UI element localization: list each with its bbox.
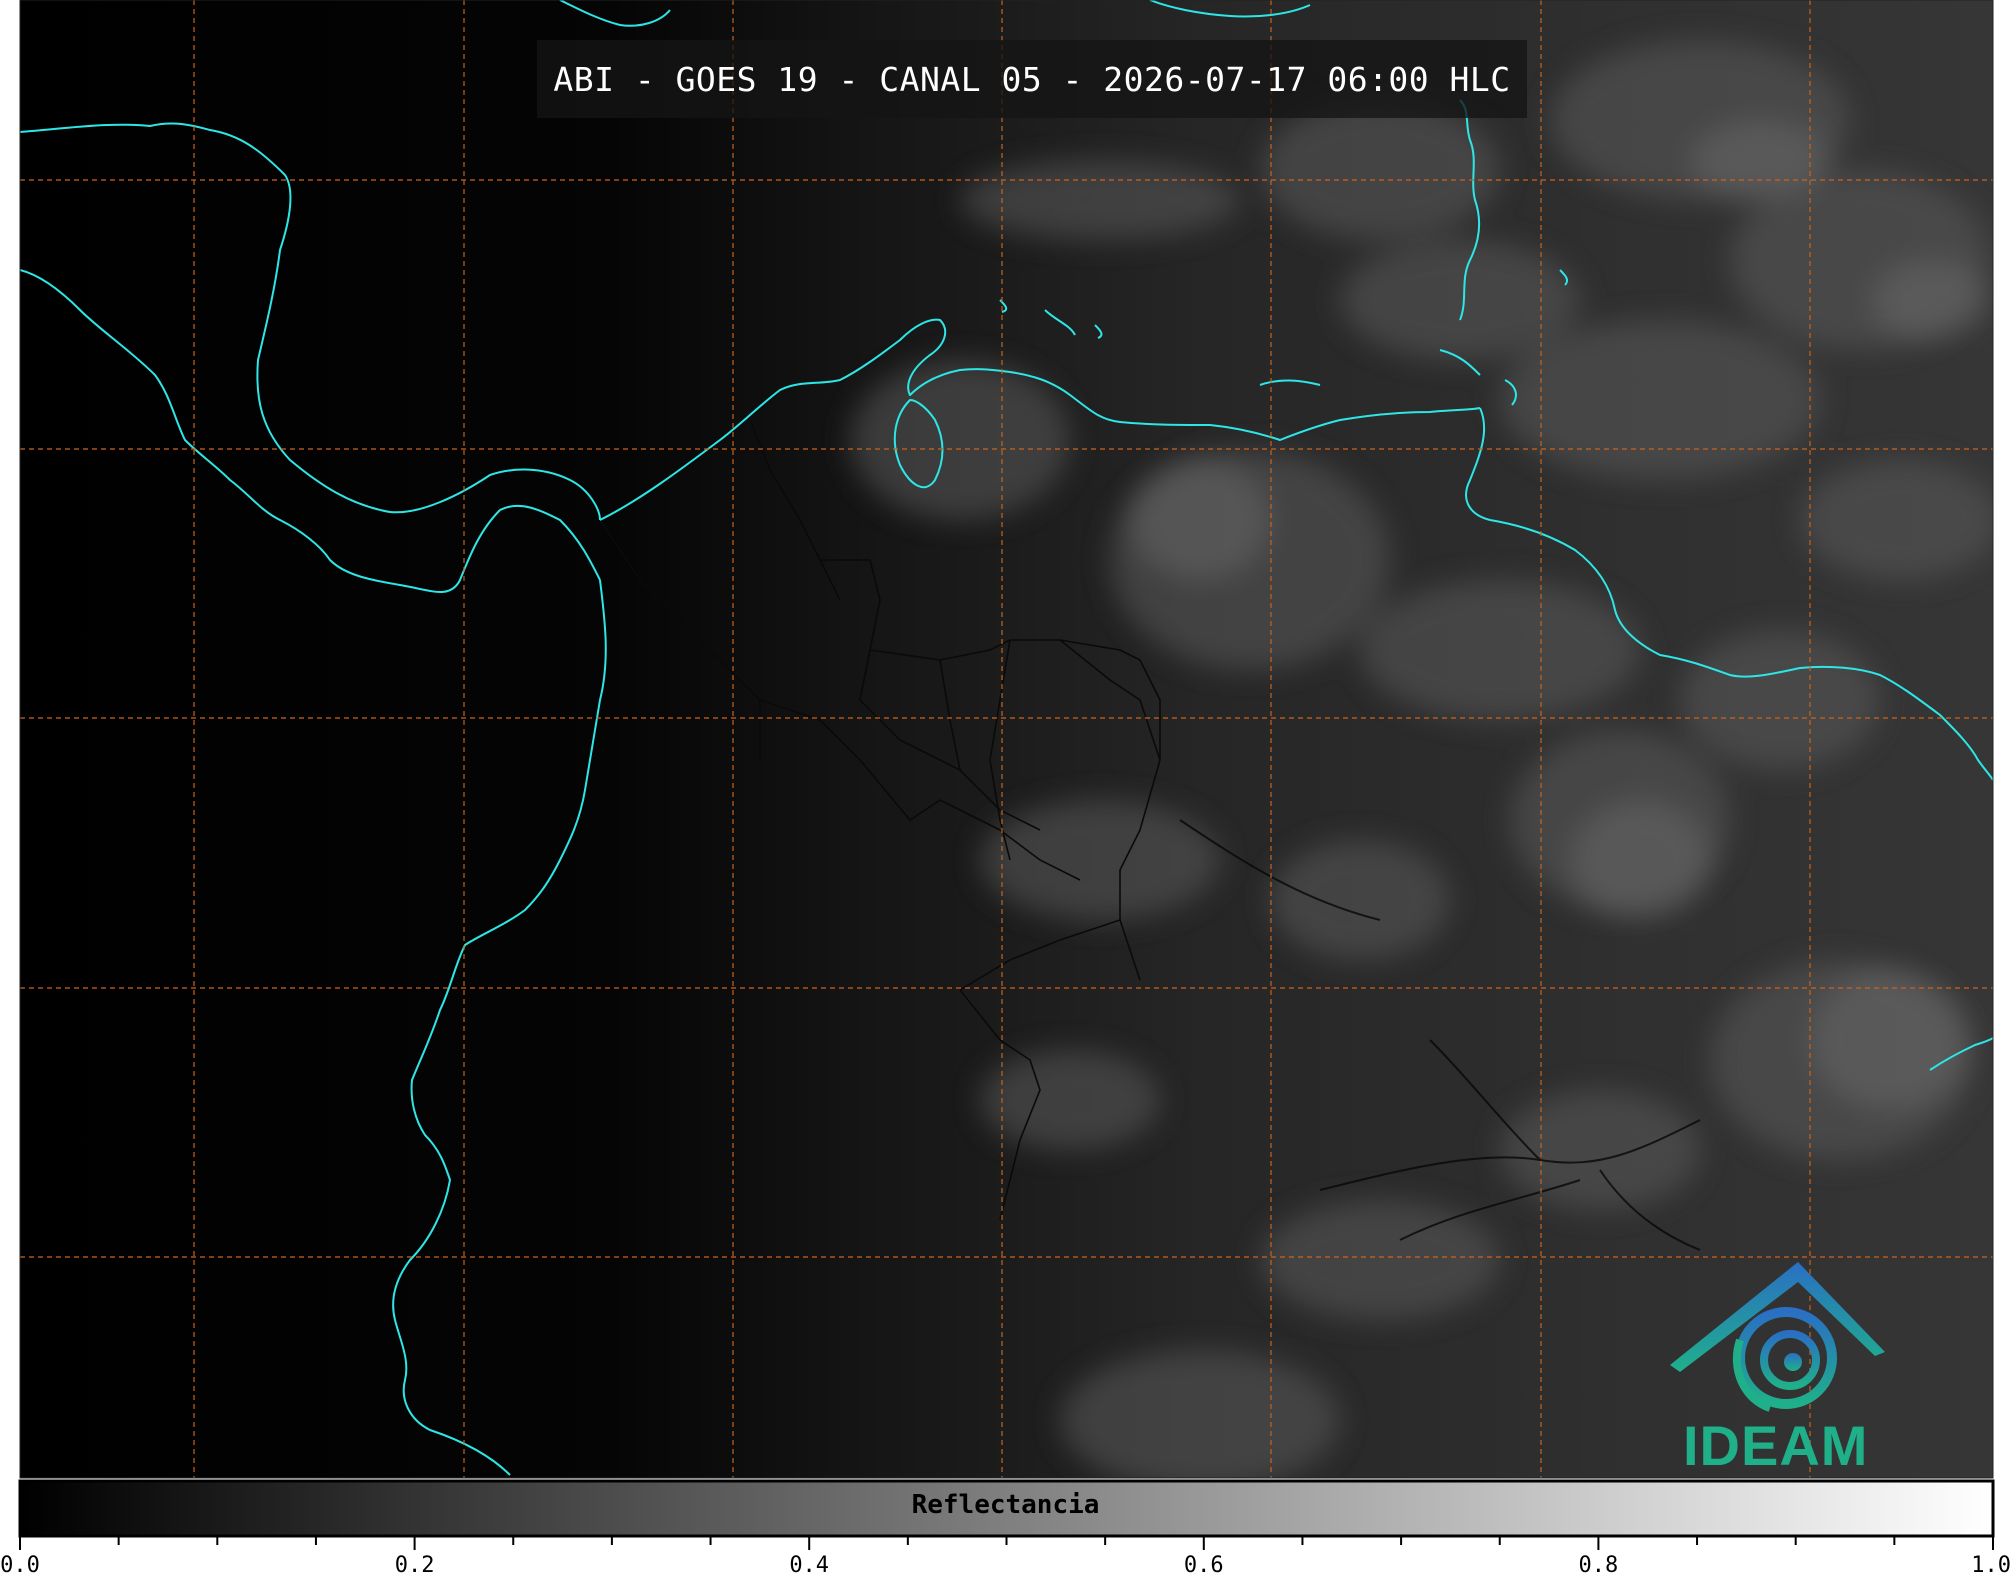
satellite-image: [20, 0, 1993, 1478]
map-title-box: ABI - GOES 19 - CANAL 05 - 2026-07-17 06…: [537, 40, 1527, 118]
satellite-viewer: ABI - GOES 19 - CANAL 05 - 2026-07-17 06…: [0, 0, 2011, 1578]
colorbar-tick-label: 1.0: [1971, 1553, 2011, 1578]
map-title: ABI - GOES 19 - CANAL 05 - 2026-07-17 06…: [553, 59, 1511, 99]
colorbar-tick-label: 0.4: [789, 1553, 830, 1578]
colorbar-label: Reflectancia: [911, 1490, 1100, 1520]
colorbar-tick-label: 0.8: [1578, 1553, 1619, 1578]
map-canvas: [0, 0, 2011, 1577]
colorbar-tick-label: 0.0: [0, 1553, 40, 1578]
colorbar-tick-label: 0.6: [1183, 1553, 1224, 1578]
colorbar-tick-label: 0.2: [394, 1553, 435, 1578]
ideam-logo-text: IDEAM: [1683, 1414, 1869, 1477]
